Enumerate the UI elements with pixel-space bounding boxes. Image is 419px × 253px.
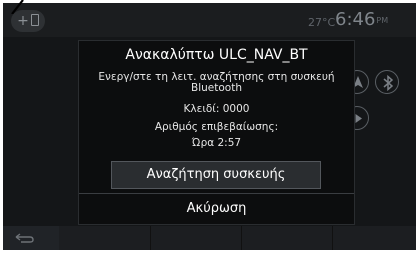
bottom-tab[interactable] bbox=[60, 226, 151, 250]
bluetooth-icon bbox=[383, 74, 394, 92]
head-unit-screen: + 27°C 6:46PM Ανακαλύπτω ULC_NAV_BT Ενερ… bbox=[3, 3, 416, 250]
bottom-bar bbox=[3, 226, 416, 250]
dialog-title: Ανακαλύπτω ULC_NAV_BT bbox=[125, 47, 308, 63]
dialog-key: Κλειδί: 0000 bbox=[183, 103, 250, 115]
dialog-confirm-label: Αριθμός επιβεβαίωσης: bbox=[154, 121, 279, 133]
cancel-button[interactable]: Ακύρωση bbox=[79, 194, 354, 224]
dialog-instruction-line2: Bluetooth bbox=[191, 82, 242, 94]
back-arrow-icon bbox=[15, 233, 34, 243]
back-button[interactable] bbox=[3, 226, 59, 250]
plus-icon: + bbox=[17, 13, 29, 29]
dialog-time: Ώρα 2:57 bbox=[191, 137, 242, 149]
clock-ampm: PM bbox=[376, 16, 389, 25]
phone-icon bbox=[30, 14, 39, 26]
bluetooth-pairing-dialog: Ανακαλύπτω ULC_NAV_BT Ενεργ/στε τη λειτ.… bbox=[78, 40, 355, 225]
top-bar: + 27°C 6:46PM bbox=[3, 3, 416, 37]
clock-time: 6:46 bbox=[335, 9, 376, 30]
bluetooth-status[interactable] bbox=[375, 70, 399, 94]
annotation-pointer bbox=[11, 0, 24, 14]
search-device-button[interactable]: Αναζήτηση συσκευής bbox=[111, 161, 321, 189]
bottom-tab[interactable] bbox=[151, 226, 242, 250]
temperature-readout: 27°C bbox=[308, 16, 336, 29]
bottom-tab[interactable] bbox=[242, 226, 333, 250]
clock: 6:46PM bbox=[335, 9, 388, 30]
